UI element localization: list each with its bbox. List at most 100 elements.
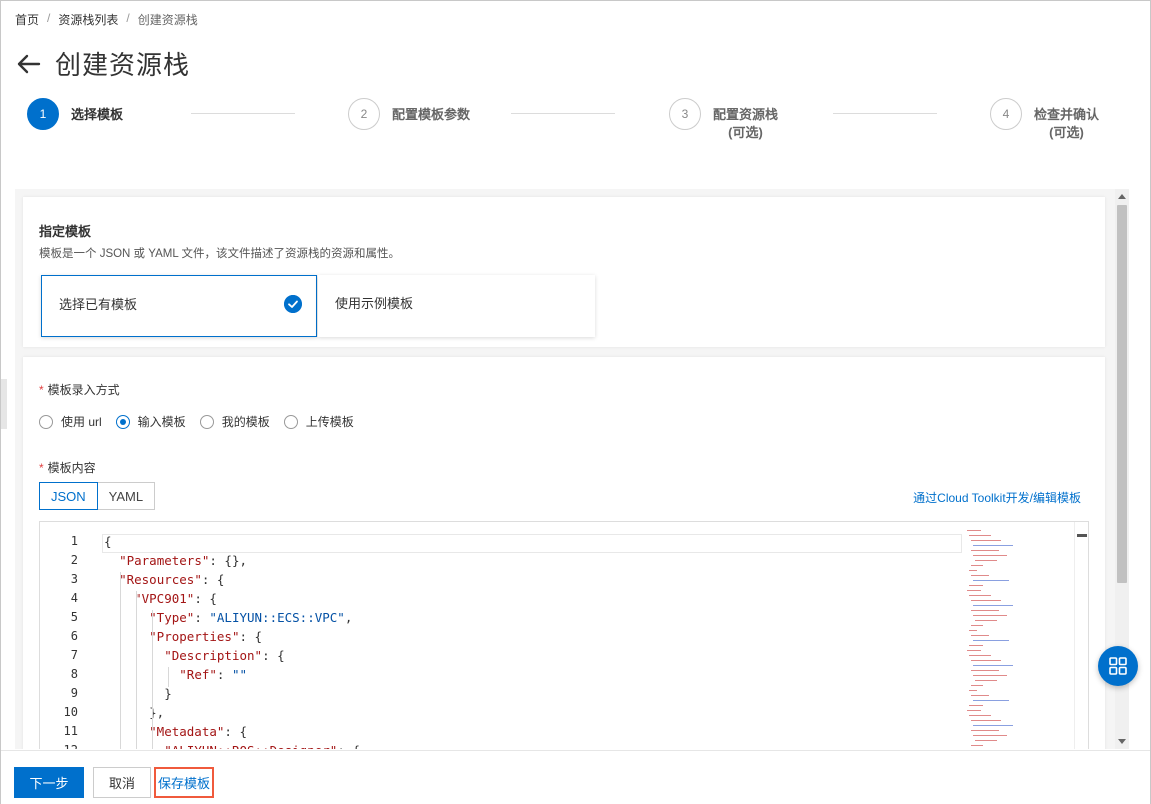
editor-scrollbar[interactable] <box>1074 522 1088 749</box>
input-method-label: * 模板录入方式 <box>39 381 120 398</box>
minimap-line <box>973 605 1013 606</box>
step-configure-stack: 3 配置资源栈 (可选) <box>669 98 778 142</box>
template-content-label-text: 模板内容 <box>47 461 96 475</box>
line-number: 10 <box>63 705 78 719</box>
minimap-line <box>971 745 983 746</box>
title-row: 创建资源栈 <box>15 45 190 82</box>
stepper: 1 选择模板 2 配置模板参数 3 配置资源栈 (可选) 4 检查并确认 (可选… <box>27 98 1117 148</box>
input-method-label-text: 模板录入方式 <box>47 383 120 397</box>
line-number: 7 <box>70 648 78 662</box>
step-number: 4 <box>990 98 1022 130</box>
next-step-button[interactable]: 下一步 <box>14 767 84 798</box>
indent-guide <box>168 667 169 687</box>
cancel-button[interactable]: 取消 <box>93 767 151 798</box>
code-editor[interactable]: 123456789101112 { "Parameters": {}, "Res… <box>39 521 1089 749</box>
option-label: 使用示例模板 <box>335 296 414 311</box>
specify-template-card: 指定模板 模板是一个 JSON 或 YAML 文件，该文件描述了资源栈的资源和属… <box>23 197 1105 347</box>
footer-bar: 下一步 取消 保存模板 <box>1 750 1150 804</box>
code-line: "Properties": { <box>149 629 263 644</box>
radio-my-template[interactable]: 我的模板 <box>199 413 270 430</box>
indent-guide <box>120 572 121 749</box>
minimap-line <box>969 655 991 656</box>
radio-dot[interactable] <box>199 414 214 429</box>
radio-dot[interactable] <box>115 414 130 429</box>
option-existing-template[interactable]: 选择已有模板 <box>41 275 317 337</box>
radio-dot[interactable] <box>283 414 298 429</box>
minimap-line <box>971 730 999 731</box>
code-line: }, <box>149 705 165 720</box>
step-label-sub: (可选) <box>728 125 763 140</box>
minimap-line <box>969 585 983 586</box>
step-label: 选择模板 <box>71 107 124 122</box>
option-label: 选择已有模板 <box>59 297 138 312</box>
line-number-gutter: 123456789101112 <box>40 522 102 749</box>
minimap-line <box>973 675 1007 676</box>
minimap-line <box>973 615 1007 616</box>
minimap-line <box>971 610 999 611</box>
option-sample-template[interactable]: 使用示例模板 <box>318 275 595 337</box>
step-review-confirm: 4 检查并确认 (可选) <box>990 98 1099 142</box>
apps-grid-button[interactable] <box>1098 646 1138 686</box>
minimap-line <box>975 620 997 621</box>
radio-use-url[interactable]: 使用 url <box>39 413 102 430</box>
step-number: 3 <box>669 98 701 130</box>
minimap-line <box>971 635 989 636</box>
code-line: } <box>164 686 172 701</box>
scrollbar-thumb[interactable] <box>1117 205 1127 583</box>
minimap-line <box>971 575 989 576</box>
line-number: 1 <box>70 534 78 548</box>
minimap-line <box>969 630 977 631</box>
minimap-line <box>969 570 977 571</box>
radio-label: 上传模板 <box>305 415 354 429</box>
minimap-line <box>967 530 981 531</box>
save-template-button[interactable]: 保存模板 <box>154 767 214 798</box>
step-connector <box>191 113 295 114</box>
required-asterisk: * <box>39 461 44 475</box>
step-number: 1 <box>27 98 59 130</box>
radio-input-template[interactable]: 输入模板 <box>115 413 186 430</box>
minimap-line <box>973 665 1013 666</box>
back-arrow-icon[interactable] <box>15 51 41 77</box>
side-collapse-tab[interactable] <box>1 379 7 429</box>
grid-icon <box>1109 657 1127 675</box>
indent-guide <box>136 591 137 749</box>
minimap-line <box>971 540 1001 541</box>
format-yaml-button[interactable]: YAML <box>97 482 156 510</box>
minimap-line <box>975 680 997 681</box>
radio-label: 我的模板 <box>221 415 270 429</box>
radio-label: 使用 url <box>61 415 102 429</box>
minimap-line <box>973 580 1009 581</box>
code-minimap[interactable] <box>965 530 1025 749</box>
radio-upload-template[interactable]: 上传模板 <box>283 413 354 430</box>
breadcrumb-stack-list[interactable]: 资源栈列表 <box>58 11 118 28</box>
minimap-line <box>969 705 983 706</box>
minimap-line <box>973 735 1007 736</box>
radio-dot[interactable] <box>39 414 53 429</box>
line-number: 2 <box>70 553 78 567</box>
line-number: 4 <box>70 591 78 605</box>
step-connector <box>511 113 615 114</box>
card-heading: 指定模板 <box>39 224 92 239</box>
code-line: { <box>104 534 112 549</box>
step-label: 检查并确认 (可选) <box>1034 98 1099 142</box>
minimap-line <box>973 555 1007 556</box>
code-line: "Parameters": {}, <box>119 553 248 568</box>
line-number: 5 <box>70 610 78 624</box>
format-json-button[interactable]: JSON <box>39 482 98 510</box>
step-label: 配置资源栈 (可选) <box>713 98 778 142</box>
scroll-down-arrow-icon[interactable] <box>1118 739 1126 744</box>
card-description: 模板是一个 JSON 或 YAML 文件，该文件描述了资源栈的资源和属性。 <box>39 248 400 260</box>
line-number: 8 <box>70 667 78 681</box>
breadcrumb-home[interactable]: 首页 <box>15 11 39 28</box>
cloud-toolkit-link[interactable]: 通过Cloud Toolkit开发/编辑模板 <box>913 489 1081 506</box>
scroll-up-arrow-icon[interactable] <box>1118 194 1126 199</box>
required-asterisk: * <box>39 383 44 397</box>
check-circle-icon <box>284 295 302 313</box>
step-label-main: 检查并确认 <box>1034 107 1100 122</box>
minimap-line <box>973 545 1013 546</box>
minimap-line <box>971 695 989 696</box>
code-line: "ALIYUN::ROS::Designer": { <box>104 743 360 749</box>
minimap-line <box>971 660 1001 661</box>
minimap-line <box>969 645 983 646</box>
minimap-line <box>971 550 999 551</box>
